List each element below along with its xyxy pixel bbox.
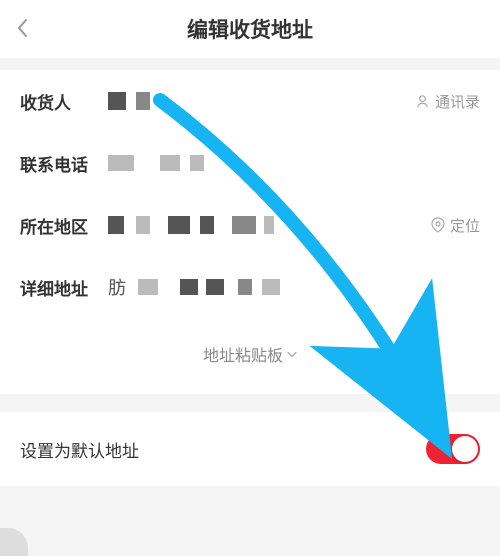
phone-input[interactable]	[108, 155, 480, 171]
detail-input[interactable]: 肪	[108, 274, 480, 300]
contacts-icon	[415, 93, 431, 109]
recipient-row: 收货人 通讯录	[0, 70, 500, 132]
region-label: 所在地区	[20, 213, 108, 238]
detail-row: 详细地址 肪	[0, 256, 500, 318]
detail-label: 详细地址	[20, 275, 108, 300]
locate-label: 定位	[450, 215, 480, 236]
recipient-label: 收货人	[20, 89, 108, 114]
clipboard-button[interactable]: 地址粘贴板	[203, 342, 297, 366]
back-button[interactable]	[16, 14, 46, 45]
page-title: 编辑收货地址	[187, 14, 313, 44]
toggle-knob	[452, 436, 478, 462]
location-icon	[430, 217, 446, 233]
region-input[interactable]	[108, 216, 430, 234]
redacted-value	[108, 216, 274, 234]
chevron-left-icon	[16, 18, 28, 38]
default-address-row: 设置为默认地址	[0, 412, 500, 486]
contacts-button[interactable]: 通讯录	[415, 91, 480, 112]
clipboard-row: 地址粘贴板	[0, 318, 500, 394]
redacted-value: 肪	[108, 274, 280, 300]
phone-row: 联系电话	[0, 132, 500, 194]
phone-label: 联系电话	[20, 151, 108, 176]
region-row: 所在地区 定位	[0, 194, 500, 256]
form-section: 收货人 通讯录 联系电话 所在地区	[0, 70, 500, 394]
redacted-value	[108, 92, 150, 110]
header: 编辑收货地址	[0, 0, 500, 58]
default-address-toggle[interactable]	[426, 434, 480, 464]
clipboard-label: 地址粘贴板	[203, 342, 283, 366]
chevron-down-icon	[287, 347, 297, 361]
default-address-label: 设置为默认地址	[20, 437, 139, 462]
recipient-input[interactable]	[108, 92, 415, 110]
decorative-corner	[0, 528, 28, 556]
redacted-value	[108, 155, 204, 171]
locate-button[interactable]: 定位	[430, 215, 480, 236]
contacts-label: 通讯录	[435, 91, 480, 112]
